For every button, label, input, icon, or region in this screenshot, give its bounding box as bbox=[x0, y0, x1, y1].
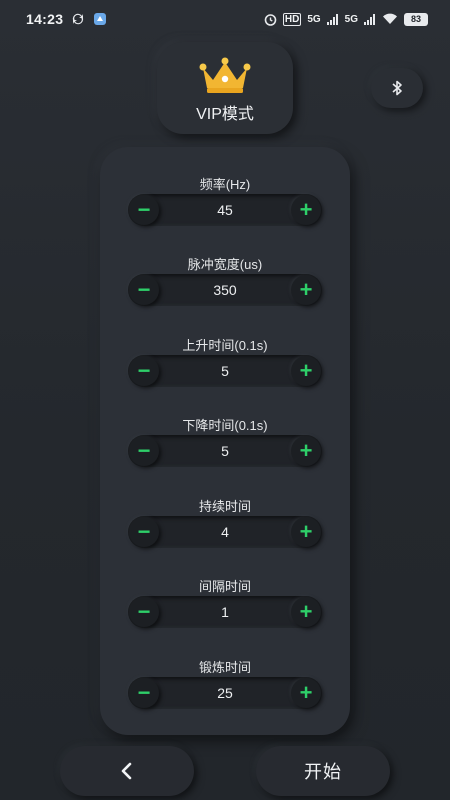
plus-icon: + bbox=[299, 358, 313, 383]
param-label: 锻炼时间 bbox=[198, 660, 251, 675]
fall-time-increase-button[interactable]: + bbox=[291, 436, 321, 466]
param-label: 持续时间 bbox=[198, 499, 251, 514]
bluetooth-button[interactable] bbox=[371, 68, 423, 108]
param-interval: 间隔时间 − 1 + bbox=[100, 576, 350, 638]
fall-time-stepper: − 5 + bbox=[128, 435, 322, 467]
workout-time-decrease-button[interactable]: − bbox=[129, 678, 159, 708]
pulse-width-stepper: − 350 + bbox=[128, 274, 322, 306]
minus-icon: − bbox=[137, 680, 151, 705]
param-label: 脉冲宽度(us) bbox=[187, 257, 263, 272]
param-frequency: 频率(Hz) − 45 + bbox=[100, 174, 350, 236]
interval-value: 1 bbox=[221, 604, 229, 620]
workout-time-increase-button[interactable]: + bbox=[291, 678, 321, 708]
param-pulse-width: 脉冲宽度(us) − 350 + bbox=[100, 254, 350, 316]
interval-decrease-button[interactable]: − bbox=[129, 597, 159, 627]
rise-time-stepper: − 5 + bbox=[128, 355, 322, 387]
status-right: HD 5G 5G 83 bbox=[264, 12, 428, 26]
param-rise-time: 上升时间(0.1s) − 5 + bbox=[100, 335, 350, 397]
minus-icon: − bbox=[137, 599, 151, 624]
network-hd-badge: HD bbox=[282, 12, 302, 26]
frequency-decrease-button[interactable]: − bbox=[129, 195, 159, 225]
start-button[interactable]: 开始 bbox=[256, 746, 390, 796]
fall-time-decrease-button[interactable]: − bbox=[129, 436, 159, 466]
interval-stepper: − 1 + bbox=[128, 596, 322, 628]
app-screen: 14:23 HD 5G 5G 83 VIP模式 频率(Hz) − 45 + 脉冲… bbox=[0, 0, 450, 800]
workout-time-value: 25 bbox=[217, 685, 233, 701]
plus-icon: + bbox=[299, 197, 313, 222]
start-button-label: 开始 bbox=[304, 762, 342, 782]
battery-indicator: 83 bbox=[404, 12, 428, 26]
plus-icon: + bbox=[299, 680, 313, 705]
minus-icon: − bbox=[137, 519, 151, 544]
network-5g-label-2: 5G bbox=[344, 13, 358, 25]
pulse-width-value: 350 bbox=[213, 282, 237, 298]
pulse-width-increase-button[interactable]: + bbox=[291, 275, 321, 305]
param-workout-time: 锻炼时间 − 25 + bbox=[100, 657, 350, 719]
app-notification-icon bbox=[93, 12, 107, 26]
duration-stepper: − 4 + bbox=[128, 516, 322, 548]
plus-icon: + bbox=[299, 438, 313, 463]
plus-icon: + bbox=[299, 519, 313, 544]
param-label: 频率(Hz) bbox=[199, 177, 251, 192]
frequency-value: 45 bbox=[217, 202, 233, 218]
param-duration: 持续时间 − 4 + bbox=[100, 496, 350, 558]
param-label: 间隔时间 bbox=[198, 579, 251, 594]
signal-icon-1 bbox=[326, 13, 339, 25]
minus-icon: − bbox=[137, 358, 151, 383]
alarm-icon bbox=[264, 13, 277, 26]
pulse-width-decrease-button[interactable]: − bbox=[129, 275, 159, 305]
back-button[interactable] bbox=[60, 746, 194, 796]
network-5g-label-1: 5G bbox=[307, 13, 321, 25]
minus-icon: − bbox=[137, 277, 151, 302]
param-fall-time: 下降时间(0.1s) − 5 + bbox=[100, 415, 350, 477]
signal-icon-2 bbox=[364, 13, 376, 25]
bluetooth-icon bbox=[390, 79, 404, 97]
plus-icon: + bbox=[299, 277, 313, 302]
sync-icon bbox=[71, 12, 85, 26]
rise-time-value: 5 bbox=[221, 363, 229, 379]
duration-increase-button[interactable]: + bbox=[291, 517, 321, 547]
param-label: 下降时间(0.1s) bbox=[182, 418, 268, 433]
param-label: 上升时间(0.1s) bbox=[182, 338, 268, 353]
wifi-icon bbox=[382, 13, 398, 25]
rise-time-decrease-button[interactable]: − bbox=[129, 356, 159, 386]
vip-mode-label: VIP模式 bbox=[196, 106, 254, 123]
minus-icon: − bbox=[137, 438, 151, 463]
duration-decrease-button[interactable]: − bbox=[129, 517, 159, 547]
workout-time-stepper: − 25 + bbox=[128, 677, 322, 709]
status-bar: 14:23 HD 5G 5G 83 bbox=[0, 0, 450, 38]
vip-mode-button[interactable]: VIP模式 bbox=[157, 42, 293, 134]
frequency-increase-button[interactable]: + bbox=[291, 195, 321, 225]
minus-icon: − bbox=[137, 197, 151, 222]
fall-time-value: 5 bbox=[221, 443, 229, 459]
frequency-stepper: − 45 + bbox=[128, 194, 322, 226]
interval-increase-button[interactable]: + bbox=[291, 597, 321, 627]
status-time: 14:23 bbox=[26, 11, 64, 27]
parameter-panel: 频率(Hz) − 45 + 脉冲宽度(us) − 350 + 上升时间(0.1s… bbox=[100, 147, 350, 735]
duration-value: 4 bbox=[221, 524, 229, 540]
plus-icon: + bbox=[299, 599, 313, 624]
crown-icon bbox=[197, 56, 253, 96]
chevron-left-icon bbox=[119, 761, 135, 781]
rise-time-increase-button[interactable]: + bbox=[291, 356, 321, 386]
status-left: 14:23 bbox=[26, 11, 107, 27]
